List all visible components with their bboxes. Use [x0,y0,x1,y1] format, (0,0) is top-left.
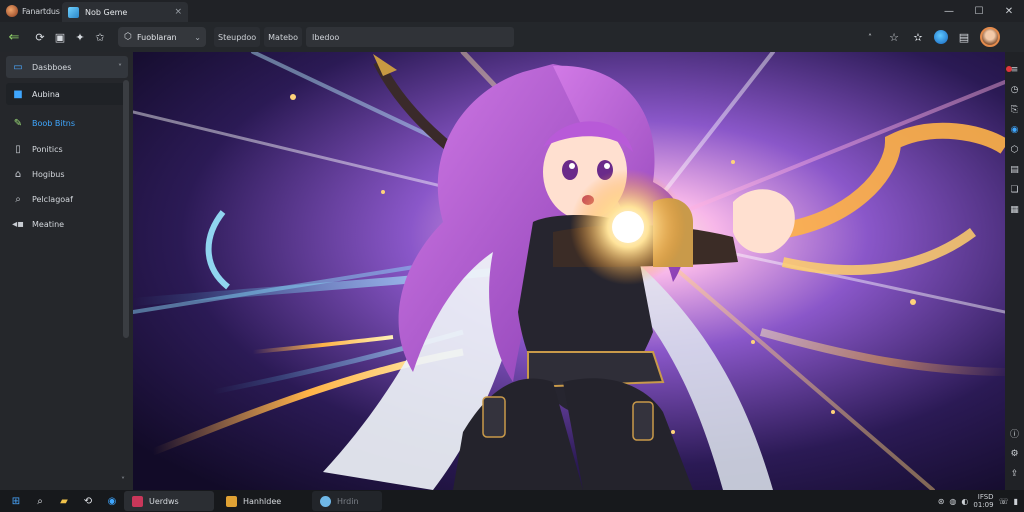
toolbar-right: ˄ ☆ ✫ ▤ [862,22,1000,52]
info-icon[interactable]: ⓘ [1009,428,1020,440]
sidebar-item-boob-bitns[interactable]: ✎ Boob Bitns [6,112,128,134]
anime-artwork [133,52,1005,490]
paint-app-icon [226,495,237,507]
maximize-button[interactable]: ☐ [964,0,994,22]
window-controls: — ☐ ✕ [934,0,1024,22]
sidebar-item-label: Boob Bitns [32,118,75,128]
edge-icon[interactable]: ◉ [1009,124,1020,135]
breadcrumb-2[interactable]: Matebo [264,27,302,47]
image-viewport[interactable] [133,52,1005,490]
puzzle-icon[interactable]: ✦ [72,29,88,45]
box-icon: ◂▪ [12,218,24,230]
share-icon[interactable]: ⇪ [1009,468,1020,479]
image-tab-icon [68,6,79,18]
sync-icon[interactable]: ⟲ [80,493,96,509]
taskbar-app-1[interactable]: Uerdws [124,491,214,511]
taskbar-app-label: Uerdws [149,496,179,506]
refresh-icon[interactable]: ⟳ [32,29,48,45]
app-menu[interactable]: Fanartdus [0,0,66,22]
sidebar-item-label: Pelclagoaf [32,194,73,204]
toolbar: ⇐ ⟳ ▣ ✦ ✩ ⬡ Fuoblaran ⌄ Steupdoo Matebo … [0,22,1024,52]
sidebar-item-hogibus[interactable]: ⌂ Hogibus [6,163,128,185]
search-icon: ⌕ [15,193,21,205]
minimize-button[interactable]: — [934,0,964,22]
caret-up-icon[interactable]: ˄ [862,29,878,45]
sidebar-item-label: Ponitics [32,144,63,154]
right-rail: ≡ ◷ ⎘ ◉ ⬡ ▤ ❏ ▦ ⓘ ⚙ ⇪ [1005,52,1024,490]
chevron-down-icon: ⌄ [194,32,201,42]
search-icon[interactable]: ⌕ [32,493,48,509]
taskbar-app-label: Hrdin [337,496,359,506]
sound-icon[interactable]: ◍ [949,497,956,506]
sidebar-item-aubina[interactable]: ■ Aubina [6,83,128,105]
menu-icon[interactable]: ≡ [1009,64,1020,75]
edge-icon[interactable] [934,30,948,44]
sidebar-item-pelclagoaf[interactable]: ⌕ Pelclagoaf [6,188,128,210]
sidebar-scrollbar[interactable] [123,80,129,338]
grid-icon[interactable]: ▦ [1009,204,1020,215]
taskbar-app-3[interactable]: Hrdin [312,491,382,511]
start-icon[interactable]: ⊞ [8,493,24,509]
close-button[interactable]: ✕ [994,0,1024,22]
copy-icon[interactable]: ⎘ [1009,104,1020,115]
network-icon[interactable]: ⊛ [938,497,945,506]
title-bar: Fanartdus Nob Geme × — ☐ ✕ [0,0,1024,22]
sidebar-item-label: Aubina [32,89,60,99]
star-add-icon[interactable]: ✩ [92,29,108,45]
nav-icons: ⟳ ▣ ✦ ✩ [32,29,108,45]
clock-top: IFSD [977,493,994,501]
chevron-down-icon[interactable]: ˅ [118,63,122,72]
app-logo-icon [6,5,18,17]
back-icon[interactable]: ⇐ [6,29,22,45]
sidebar: ▭ Dasbboes ˅ ■ Aubina ✎ Boob Bitns ▯ Pon… [0,52,133,490]
tab-label: Nob Geme [85,7,128,17]
profile-selector[interactable]: ⬡ Fuoblaran ⌄ [118,27,206,47]
scroll-down-icon[interactable]: ˅ [121,476,125,485]
close-tab-icon[interactable]: × [174,7,182,17]
app-name: Fanartdus [22,6,60,16]
sidebar-item-label: Meatine [32,219,65,229]
avatar[interactable] [980,27,1000,47]
favorites-icon[interactable]: ✫ [910,29,926,45]
files-icon[interactable]: ▰ [56,493,72,509]
cube-icon: ■ [13,88,23,100]
battery-icon[interactable]: ◐ [961,497,968,506]
taskbar: ⊞ ⌕ ▰ ⟲ ◉ Uerdws Hanhldee Hrdin ⊛ ◍ ◐ IF… [0,490,1024,512]
desktop-icon[interactable]: ▮ [1014,497,1018,506]
edge-taskbar-icon[interactable]: ◉ [104,493,120,509]
breadcrumb-1[interactable]: Steupdoo [214,27,261,47]
clock-time: 01:09 [973,501,994,509]
note-icon[interactable]: ▤ [1009,164,1020,175]
tag-icon: ⌂ [14,168,22,180]
settings-icon[interactable]: ⚙ [1009,448,1020,459]
browser-app-icon [320,495,331,507]
clock[interactable]: IFSD 01:09 [973,493,993,509]
document-icon: ▯ [15,143,21,155]
brush-icon: ✎ [13,117,23,129]
save-icon[interactable]: ▣ [52,29,68,45]
layers-icon[interactable]: ❏ [1009,184,1020,195]
sidebar-item-dashboards[interactable]: ▭ Dasbboes ˅ [6,56,128,78]
system-tray: ⊛ ◍ ◐ IFSD 01:09 ☏ ▮ [938,490,1018,512]
sidebar-item-label: Hogibus [32,169,65,179]
sidebar-item-ponitics[interactable]: ▯ Ponitics [6,138,128,160]
shield-icon: ⬡ [124,32,132,42]
gallery-app-icon [132,495,143,507]
taskbar-app-2[interactable]: Hanhldee [218,491,308,511]
sidebar-item-label: Dasbboes [32,62,72,72]
notification-icon[interactable]: ☏ [999,497,1009,506]
collections-icon[interactable]: ▤ [956,29,972,45]
sidebar-item-meatine[interactable]: ◂▪ Meatine [6,213,128,235]
monitor-icon: ▭ [13,61,23,73]
star-icon[interactable]: ☆ [886,29,902,45]
profile-selector-label: Fuoblaran [137,32,177,42]
taskbar-app-label: Hanhldee [243,496,282,506]
shield-icon[interactable]: ⬡ [1009,144,1020,155]
address-field[interactable]: Ibedoo [306,27,514,47]
tab-active[interactable]: Nob Geme × [62,2,188,22]
history-icon[interactable]: ◷ [1009,84,1020,95]
